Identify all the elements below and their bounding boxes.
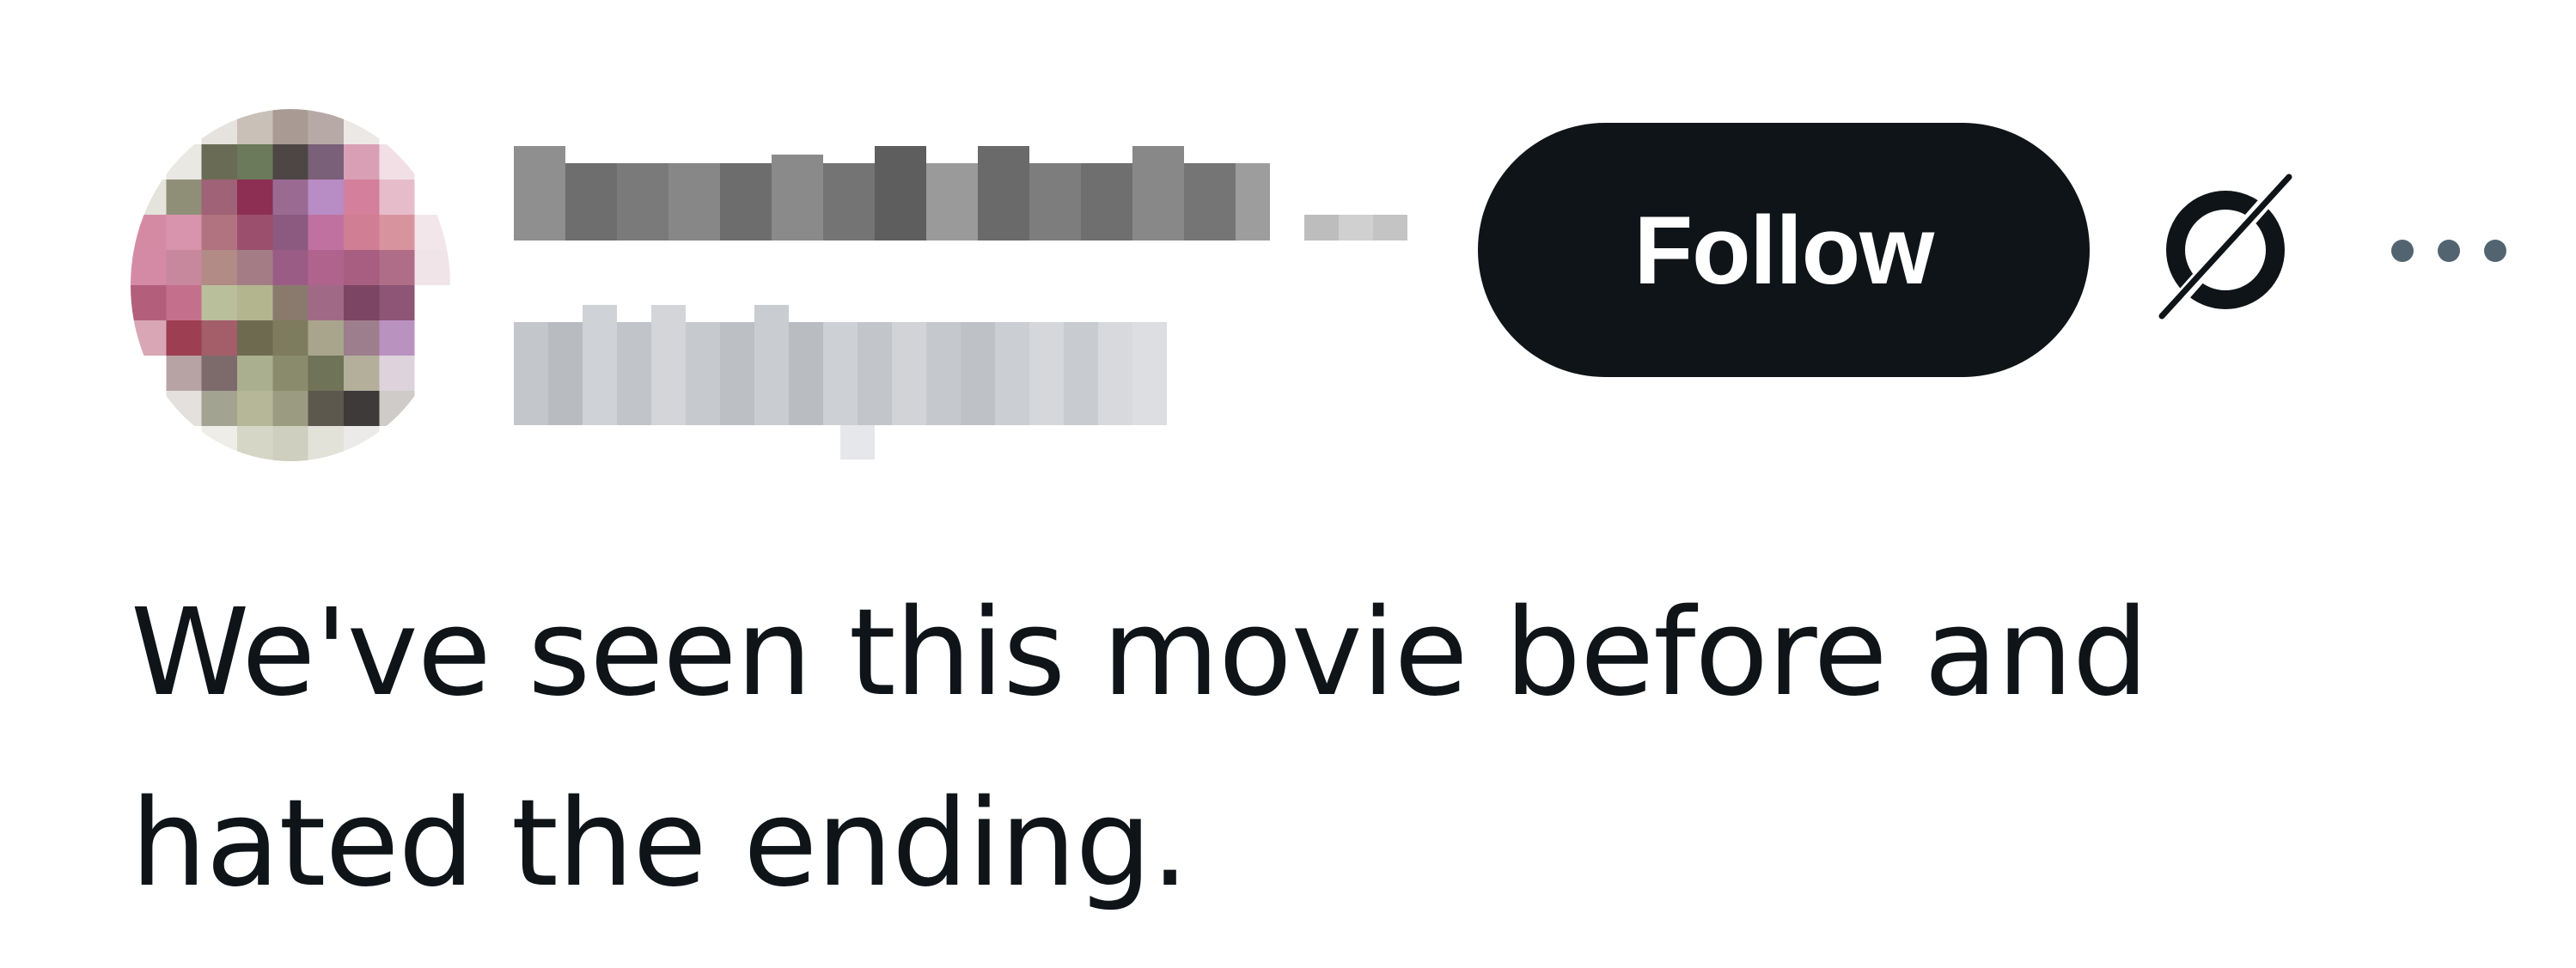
tweet-card: Follow We've seen this movie before and … bbox=[0, 0, 2576, 968]
display-name[interactable] bbox=[514, 137, 1407, 258]
follow-button-label: Follow bbox=[1633, 196, 1935, 304]
avatar[interactable] bbox=[131, 109, 450, 461]
handle[interactable] bbox=[514, 305, 1201, 460]
more-horizontal-icon[interactable] bbox=[2380, 225, 2518, 277]
pixelated-avatar-icon bbox=[131, 109, 450, 461]
follow-button[interactable]: Follow bbox=[1478, 123, 2090, 377]
slashed-circle-icon[interactable] bbox=[2146, 168, 2301, 332]
tweet-text: We've seen this movie before and hated t… bbox=[131, 583, 2149, 914]
